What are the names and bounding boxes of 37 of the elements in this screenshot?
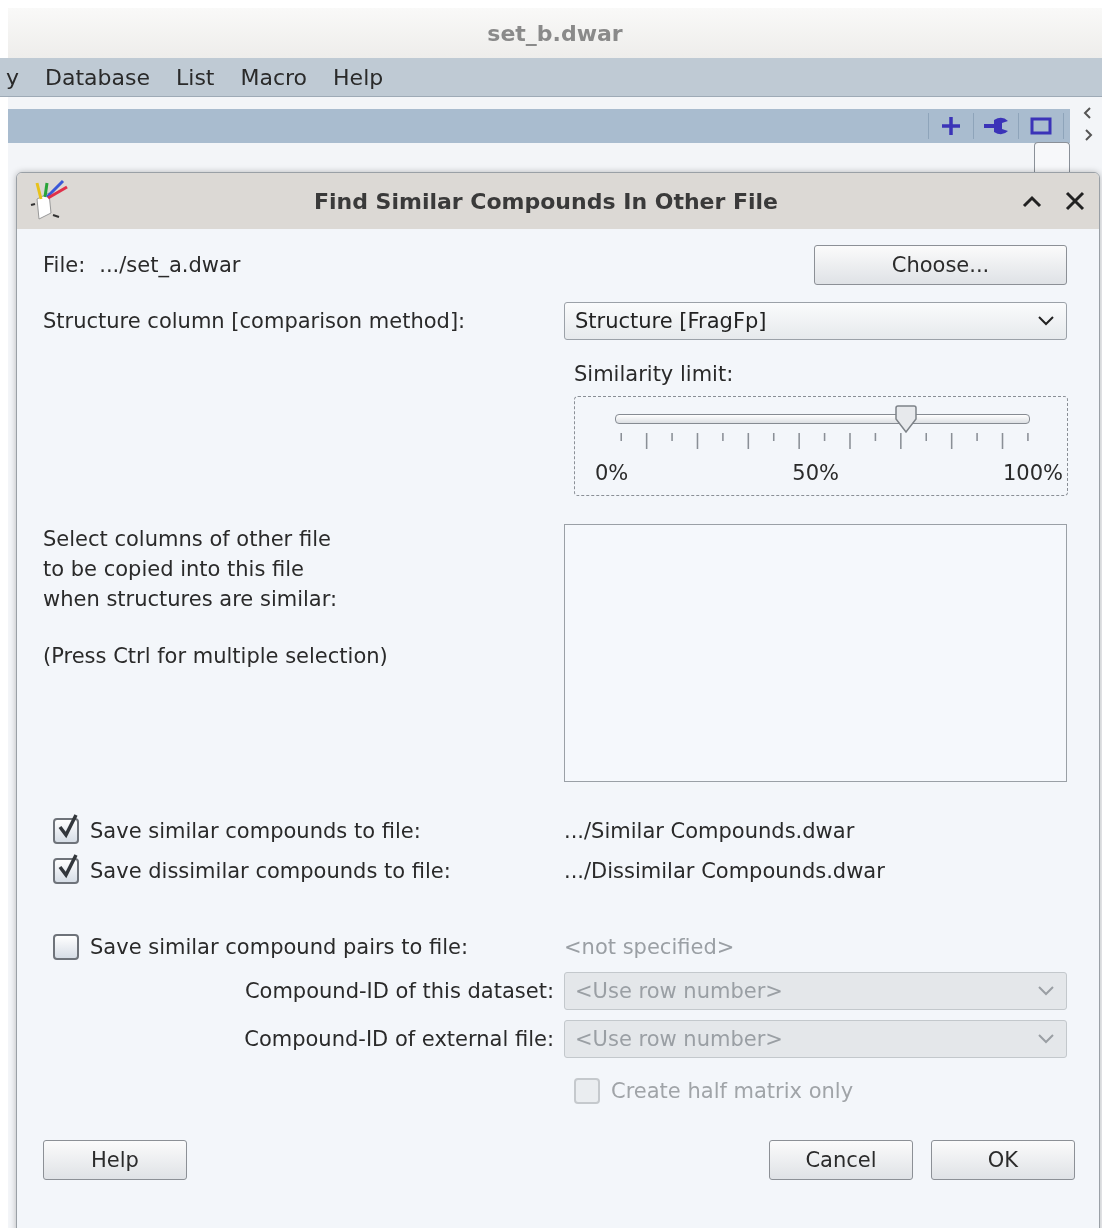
dialog-title: Find Similar Compounds In Other File	[312, 188, 780, 214]
file-label: File:	[43, 253, 86, 277]
help-button[interactable]: Help	[43, 1140, 187, 1180]
window-title: set_b.dwar	[487, 20, 623, 46]
checkbox-label: Create half matrix only	[611, 1079, 854, 1103]
field-label: Similarity limit:	[574, 362, 734, 386]
chevron-down-icon	[1036, 985, 1056, 997]
slider-label: 50%	[792, 461, 839, 485]
field-label: Compound-ID of external file:	[243, 1027, 554, 1051]
ok-button[interactable]: OK	[931, 1140, 1075, 1180]
checkbox-label: Save dissimilar compounds to file:	[90, 859, 451, 883]
file-path: .../Dissimilar Compounds.dwar	[564, 859, 886, 883]
menu-item[interactable]: y	[6, 64, 20, 90]
menu-item[interactable]: Macro	[240, 64, 308, 90]
checkbox-label: Save similar compound pairs to file:	[90, 935, 469, 959]
chevron-down-icon	[1036, 1033, 1056, 1045]
slider-label: 100%	[1002, 461, 1063, 485]
chevron-down-icon	[1036, 315, 1056, 327]
cancel-button[interactable]: Cancel	[769, 1140, 913, 1180]
chevron-up-icon[interactable]	[1021, 194, 1043, 208]
field-label: Compound-ID of this dataset:	[243, 979, 554, 1003]
checkbox-label: Save similar compounds to file:	[90, 819, 421, 843]
hint-text: (Press Ctrl for multiple selection)	[43, 644, 389, 668]
close-icon[interactable]	[1065, 191, 1085, 211]
menu-item[interactable]: Help	[333, 64, 384, 90]
file-path: .../set_a.dwar	[99, 253, 242, 277]
tab-handle[interactable]	[1034, 142, 1070, 173]
file-path: .../Similar Compounds.dwar	[564, 819, 856, 843]
field-label: Structure column [comparison method]:	[43, 309, 467, 333]
dropdown[interactable]: Structure [FragFp]	[564, 302, 1067, 340]
menu-item[interactable]: Database	[45, 64, 150, 90]
slider-thumb[interactable]	[894, 405, 917, 433]
instruction-text: Select columns of other file to be copied into this file when structures are similar:	[43, 526, 339, 613]
file-path: <not specified>	[564, 935, 736, 959]
choose-button[interactable]: Choose...	[814, 245, 1067, 285]
menu-item[interactable]: List	[176, 64, 215, 90]
slider-label: 0%	[595, 461, 629, 485]
